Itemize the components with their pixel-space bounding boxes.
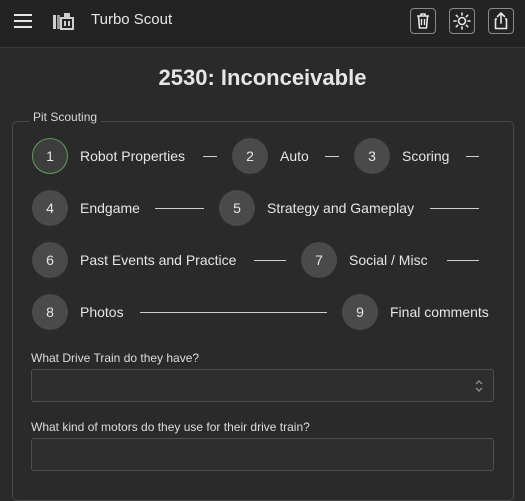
section-legend: Pit Scouting	[29, 110, 102, 124]
step-connector	[447, 260, 479, 261]
app-bar: Turbo Scout	[0, 0, 525, 48]
app-title: Turbo Scout	[91, 11, 173, 28]
step-connector	[203, 156, 217, 157]
step-6-label[interactable]: Past Events and Practice	[80, 252, 236, 268]
trash-icon	[417, 13, 429, 29]
step-1[interactable]: 1	[32, 138, 68, 174]
share-button[interactable]	[488, 8, 514, 34]
step-connector	[325, 156, 339, 157]
step-1-label[interactable]: Robot Properties	[80, 148, 185, 164]
theme-toggle-button[interactable]	[449, 8, 475, 34]
step-connector	[140, 312, 327, 313]
select-chevron-icon	[475, 380, 483, 392]
step-7-label[interactable]: Social / Misc	[349, 252, 428, 268]
step-9[interactable]: 9	[342, 294, 378, 330]
step-6[interactable]: 6	[32, 242, 68, 278]
drive-train-select[interactable]	[31, 369, 494, 402]
step-3-label[interactable]: Scoring	[402, 148, 449, 164]
step-8[interactable]: 8	[32, 294, 68, 330]
step-3[interactable]: 3	[354, 138, 390, 174]
drive-motors-input[interactable]	[31, 438, 494, 471]
sun-icon	[453, 12, 471, 30]
step-5-label[interactable]: Strategy and Gameplay	[267, 200, 414, 216]
hamburger-menu-icon[interactable]	[14, 14, 32, 30]
turbo-scout-logo-icon	[52, 12, 74, 32]
page-title: 2530: Inconceivable	[158, 65, 367, 90]
step-4[interactable]: 4	[32, 190, 68, 226]
step-5[interactable]: 5	[219, 190, 255, 226]
drive-motors-label: What kind of motors do they use for thei…	[31, 420, 310, 434]
step-4-label[interactable]: Endgame	[80, 200, 140, 216]
step-8-label[interactable]: Photos	[80, 304, 124, 320]
step-connector	[155, 208, 204, 209]
main-content: 2530: Inconceivable Pit Scouting 1 Robot…	[0, 48, 525, 501]
step-connector	[430, 208, 479, 209]
step-connector	[254, 260, 286, 261]
step-9-label[interactable]: Final comments	[390, 304, 489, 320]
step-connector	[466, 156, 479, 157]
delete-button[interactable]	[410, 8, 436, 34]
share-icon	[494, 12, 508, 30]
step-7[interactable]: 7	[301, 242, 337, 278]
drive-train-label: What Drive Train do they have?	[31, 351, 200, 365]
step-2-label[interactable]: Auto	[280, 148, 309, 164]
step-2[interactable]: 2	[232, 138, 268, 174]
